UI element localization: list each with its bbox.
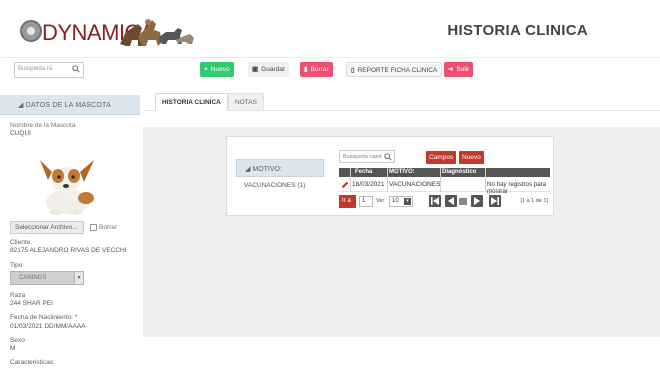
page-indicator <box>459 198 467 205</box>
tab-notas[interactable]: NOTAS <box>228 93 264 111</box>
campos-button[interactable]: Campos <box>426 151 457 164</box>
edit-pencil-icon[interactable] <box>341 181 349 189</box>
prev-page-icon <box>448 197 454 205</box>
column-divider <box>350 168 351 192</box>
fecha-nacimiento-label: Fecha de Naciiniento: * <box>10 314 77 321</box>
column-divider <box>485 168 486 192</box>
grid-search-placeholder: Busqueda rapid <box>343 154 382 160</box>
nombre-label: Nombre de la Mascota <box>10 122 76 129</box>
collapse-triangle-icon: ◢ <box>18 102 26 109</box>
required-marker: * <box>74 314 78 321</box>
reporte-label: REPORTE FICHA CLINICA <box>357 67 438 74</box>
nuevo-button[interactable]: + Nuevo <box>200 62 234 77</box>
column-divider <box>440 168 441 192</box>
cliente-label: Cliente: <box>10 239 33 246</box>
record-count-label: [1 a 1 de 1] <box>520 198 548 204</box>
column-divider <box>387 168 388 192</box>
borrar-checkbox[interactable] <box>90 224 97 231</box>
sexo-value[interactable]: M <box>10 345 15 352</box>
next-page-icon <box>474 197 480 205</box>
exit-icon: ➜ <box>448 66 454 73</box>
search-icon[interactable] <box>72 65 80 73</box>
first-page-button[interactable] <box>429 195 441 207</box>
borrar-label: Borrar <box>310 66 329 73</box>
last-page-icon <box>491 197 499 205</box>
salir-button[interactable]: ➜ Salir <box>444 62 474 77</box>
tipo-value: CANINOS <box>19 275 47 281</box>
datos-mascota-title: DATOS DE LA MASCOTA <box>25 102 111 109</box>
plus-icon: + <box>204 66 208 73</box>
caracteristicas-label: Caracteristicas: <box>10 359 55 366</box>
select-file-button[interactable]: Seleccionar Archivo... <box>10 221 84 234</box>
tipo-label: Tipo <box>10 262 23 269</box>
save-icon: ▣ <box>252 66 259 73</box>
reporte-ficha-button[interactable]: ▯ REPORTE FICHA CLINICA <box>346 62 443 77</box>
tab-historia-clinica[interactable]: HISTORIA CLINICA <box>155 93 228 111</box>
raza-value[interactable]: 244 SHAR PEI <box>10 300 53 307</box>
next-page-button[interactable] <box>471 195 483 207</box>
chevron-down-icon: ▾ <box>404 198 411 205</box>
borrar-checkbox-label: Borrar <box>99 224 118 231</box>
column-header-motivo[interactable]: MOTIVO: <box>389 169 415 175</box>
motivo-group-header[interactable]: ◢ MOTIVO: <box>236 159 324 177</box>
datos-mascota-header[interactable]: ◢ DATOS DE LA MASCOTA <box>0 95 140 115</box>
rows-per-page-select[interactable]: 10 ▾ <box>389 196 413 207</box>
document-icon: ▯ <box>351 67 355 74</box>
grid-pager: Ir a 1 Ver 10 ▾ [1 a 1 de 1] <box>339 195 550 209</box>
cliente-value[interactable]: 82175 ALEJANDRO RIVAS DE VECCHI <box>10 247 127 254</box>
page-title: HISTORIA CLINICA <box>447 22 588 39</box>
logo-emblem-icon <box>20 20 42 42</box>
nuevo-label: Nuevo <box>210 66 230 73</box>
guardar-label: Guardar <box>261 66 286 73</box>
table-row[interactable]: 18/03/2021 VACUNACIONES No hay registros… <box>339 177 550 195</box>
prev-page-button[interactable] <box>445 195 457 207</box>
page-number-input[interactable]: 1 <box>359 196 373 207</box>
tipo-select[interactable]: CANINOS ▾ <box>10 271 84 285</box>
first-page-icon <box>431 197 439 205</box>
borrar-button[interactable]: ▮ Borrar <box>300 62 333 77</box>
search-icon[interactable] <box>384 153 392 161</box>
salir-label: Salir <box>456 66 470 73</box>
guardar-button[interactable]: ▣ Guardar <box>248 62 290 77</box>
ver-label: Ver <box>376 198 385 204</box>
motivo-title: MOTIVO: <box>252 166 282 173</box>
grid-search-input[interactable]: Busqueda rapid <box>339 150 395 163</box>
left-search-input[interactable]: Busqueda rá <box>14 62 84 78</box>
app-logo[interactable]: DYNAMICA <box>18 12 194 52</box>
raza-label: Raza <box>10 292 26 299</box>
go-to-page-button[interactable]: Ir a <box>339 195 356 208</box>
app-header: DYNAMICA HISTORIA CLINICA <box>0 0 660 58</box>
grid-nuevo-button[interactable]: Nuevo <box>459 151 484 164</box>
column-header-diagnostico[interactable]: Diagnóstico <box>442 169 476 175</box>
last-page-button[interactable] <box>489 195 501 207</box>
motivo-list-item[interactable]: VACUNACIONES (1) <box>244 182 305 189</box>
pet-photo <box>30 150 100 218</box>
fecha-nacimiento-label-text: Fecha de Naciiniento: <box>10 314 73 321</box>
rows-per-page-value: 10 <box>392 198 399 204</box>
cell-motivo: VACUNACIONES <box>389 181 441 188</box>
grid-header-row: Fecha MOTIVO: Diagnóstico <box>339 168 550 177</box>
chevron-down-icon: ▾ <box>74 272 83 284</box>
fecha-nacimiento-value[interactable]: 01/03/2021 DD/MM/AAAA <box>10 323 86 330</box>
nombre-value: CUQUI <box>10 130 31 137</box>
column-header-fecha[interactable]: Fecha <box>355 169 372 175</box>
empty-records-message: No hay registros para mostrar <box>487 181 547 195</box>
animals-silhouette-icon <box>120 19 194 46</box>
left-search-placeholder: Busqueda rá <box>18 66 53 72</box>
trash-icon: ▮ <box>304 66 308 73</box>
sexo-label: Sexo <box>10 337 25 344</box>
cell-fecha: 18/03/2021 <box>352 181 385 188</box>
